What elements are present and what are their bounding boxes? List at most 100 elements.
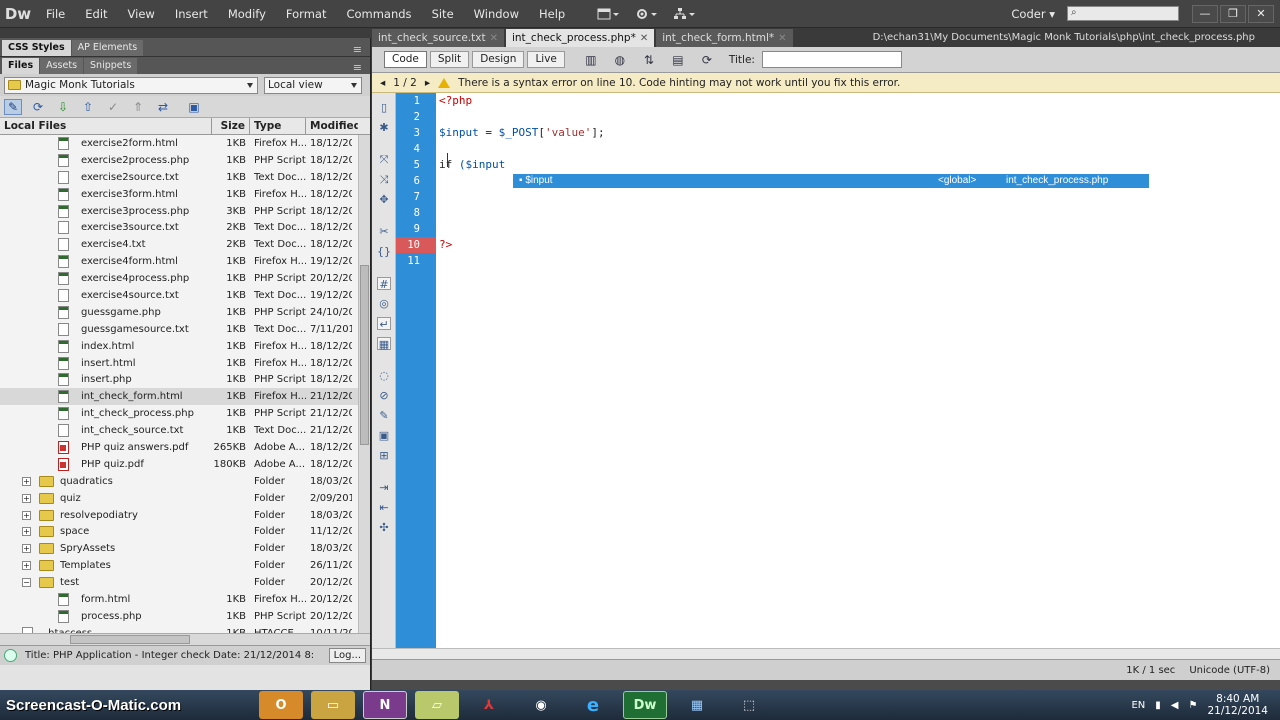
col-type[interactable]: Type — [250, 118, 306, 134]
close-icon[interactable]: ✕ — [640, 33, 648, 44]
visual-aids-icon[interactable]: ▤ — [667, 51, 689, 68]
col-local-files[interactable]: Local Files — [0, 118, 212, 134]
scrollbar-thumb[interactable] — [70, 635, 190, 644]
file-row[interactable]: insert.html 1KB Firefox H... 18/12/20: — [0, 355, 370, 372]
live-view-button[interactable]: Live — [527, 51, 565, 68]
close-button[interactable]: ✕ — [1248, 4, 1274, 23]
help-search-input[interactable]: ⌕ — [1067, 6, 1179, 21]
file-list-hscrollbar[interactable] — [0, 633, 370, 645]
network-icon[interactable]: ▮ — [1155, 700, 1161, 711]
menu-site[interactable]: Site — [422, 0, 464, 28]
folder-row[interactable]: + space Folder 11/12/20: — [0, 523, 370, 540]
folder-row[interactable]: − test Folder 20/12/20: — [0, 574, 370, 591]
line-numbers-icon[interactable]: # — [377, 277, 391, 291]
expand-icon[interactable]: + — [22, 510, 31, 520]
clock[interactable]: 8:40 AM 21/12/2014 — [1207, 693, 1268, 717]
check-in-icon[interactable]: ⇑ — [129, 99, 147, 115]
folder-row[interactable]: + quiz Folder 2/09/2014 — [0, 490, 370, 507]
menu-insert[interactable]: Insert — [165, 0, 218, 28]
scrollbar-thumb[interactable] — [360, 265, 369, 445]
file-row[interactable]: int_check_source.txt 1KB Text Doc... 21/12/… — [0, 422, 370, 439]
volume-icon[interactable]: ◀ — [1171, 700, 1179, 711]
close-icon[interactable]: ✕ — [490, 33, 498, 44]
language-indicator[interactable]: EN — [1131, 700, 1145, 711]
file-row[interactable]: exercise2form.html 1KB Firefox H... 18/12/2… — [0, 135, 370, 152]
file-row[interactable]: index.html 1KB Firefox H... 18/12/20: — [0, 338, 370, 355]
refresh-icon[interactable]: ⟳ — [696, 51, 718, 68]
maximize-button[interactable]: ❐ — [1220, 4, 1246, 23]
chevron-right-icon[interactable]: ▸ — [425, 77, 430, 89]
layout-icon[interactable] — [597, 7, 620, 21]
internet-explorer-icon[interactable]: e — [571, 691, 615, 719]
folder-row[interactable]: + quadratics Folder 18/03/20: — [0, 473, 370, 490]
menu-format[interactable]: Format — [276, 0, 337, 28]
get-files-icon[interactable]: ⇩ — [54, 99, 72, 115]
log-button[interactable]: Log... — [328, 648, 366, 663]
format-source-icon[interactable]: ✣ — [377, 521, 391, 534]
hint-variable[interactable]: ▪ $input — [513, 174, 938, 188]
file-list-scrollbar[interactable] — [358, 135, 370, 633]
move-css-icon[interactable]: ⊞ — [377, 449, 391, 462]
multiscreen-icon[interactable]: ▥ — [580, 51, 602, 68]
remove-comment-icon[interactable]: ⊘ — [377, 389, 391, 402]
select-parent-tag-icon[interactable]: ✂ — [377, 225, 391, 238]
site-icon[interactable] — [673, 7, 696, 21]
file-row[interactable]: guessgame.php 1KB PHP Script 24/10/20: — [0, 304, 370, 321]
menu-view[interactable]: View — [118, 0, 165, 28]
show-code-navigator-icon[interactable]: ✱ — [377, 121, 391, 134]
workspace-switcher[interactable]: Coder ▾ — [1011, 7, 1061, 21]
code-text[interactable]: <?php $input = $_POST['value']; if ($inp… — [436, 93, 1280, 648]
file-row[interactable]: exercise4source.txt 1KB Text Doc... 19/12/2… — [0, 287, 370, 304]
panel-menu-icon[interactable]: ≡ — [353, 43, 362, 56]
dreamweaver-taskbar-icon[interactable]: Dw — [623, 691, 667, 719]
folder-row[interactable]: + resolvepodiatry Folder 18/03/20: — [0, 507, 370, 524]
view-select[interactable]: Local view — [264, 76, 362, 94]
outlook-icon[interactable]: O — [259, 691, 303, 719]
gear-icon[interactable] — [635, 7, 658, 21]
col-size[interactable]: Size — [212, 118, 250, 134]
open-documents-icon[interactable]: ▯ — [377, 101, 391, 114]
menu-window[interactable]: Window — [464, 0, 529, 28]
col-modified[interactable]: Modified — [306, 118, 358, 134]
file-row[interactable]: exercise2source.txt 1KB Text Doc... 18/12/2… — [0, 169, 370, 186]
highlight-invalid-icon[interactable]: ◎ — [377, 297, 391, 310]
menu-edit[interactable]: Edit — [75, 0, 117, 28]
collapse-icon[interactable]: − — [22, 578, 31, 588]
word-wrap-icon[interactable]: ↵ — [377, 317, 391, 331]
expand-all-icon[interactable]: ✥ — [377, 193, 391, 206]
file-row[interactable]: exercise3form.html 1KB Firefox H... 18/12/2… — [0, 186, 370, 203]
file-row[interactable]: exercise4.txt 2KB Text Doc... 18/12/20: — [0, 236, 370, 253]
file-row[interactable]: exercise3source.txt 2KB Text Doc... 18/12/2… — [0, 219, 370, 236]
apply-comment-icon[interactable]: ◌ — [377, 369, 391, 382]
outdent-icon[interactable]: ⇤ — [377, 501, 391, 514]
design-view-button[interactable]: Design — [472, 51, 525, 68]
control-panel-icon[interactable]: ▦ — [675, 691, 719, 719]
file-row[interactable]: PHP quiz.pdf 180KB Adobe A... 18/12/20: — [0, 456, 370, 473]
connect-icon[interactable]: ✎ — [4, 98, 22, 115]
expand-icon[interactable]: + — [22, 561, 31, 571]
close-icon[interactable]: ✕ — [778, 33, 786, 44]
file-row[interactable]: insert.php 1KB PHP Script 18/12/20: — [0, 371, 370, 388]
preview-browser-icon[interactable]: ◍ — [609, 51, 631, 68]
file-row[interactable]: int_check_form.html 1KB Firefox H... 21/12/… — [0, 388, 370, 406]
balance-braces-icon[interactable]: {} — [377, 245, 391, 258]
site-select[interactable]: Magic Monk Tutorials — [4, 76, 258, 94]
code-hint-popup[interactable]: ▪ $input <global> int_check_process.php — [513, 174, 1149, 188]
editor-hscrollbar[interactable] — [372, 648, 1280, 659]
collapse-tag-icon[interactable]: ⤧ — [377, 153, 391, 166]
file-row[interactable]: PHP quiz answers.pdf 265KB Adobe A... 18/12… — [0, 439, 370, 456]
flag-icon[interactable]: ⚑ — [1189, 700, 1198, 711]
folder-row[interactable]: + SpryAssets Folder 18/03/20: — [0, 540, 370, 557]
tab-snippets[interactable]: Snippets — [84, 58, 138, 74]
expand-icon[interactable]: + — [22, 527, 31, 537]
acrobat-icon[interactable]: ⅄ — [467, 691, 511, 719]
snipping-tool-icon[interactable]: ⬚ — [727, 691, 771, 719]
synchronize-icon[interactable]: ⇄ — [154, 99, 172, 115]
code-view-button[interactable]: Code — [384, 51, 427, 68]
doc-tab-source[interactable]: int_check_source.txt ✕ — [372, 29, 504, 47]
document-title-input[interactable] — [761, 51, 902, 68]
check-out-icon[interactable]: ✓ — [104, 99, 122, 115]
file-row[interactable]: process.php 1KB PHP Script 20/12/20: — [0, 608, 370, 625]
split-view-button[interactable]: Split — [429, 51, 470, 68]
put-files-icon[interactable]: ⇧ — [79, 99, 97, 115]
